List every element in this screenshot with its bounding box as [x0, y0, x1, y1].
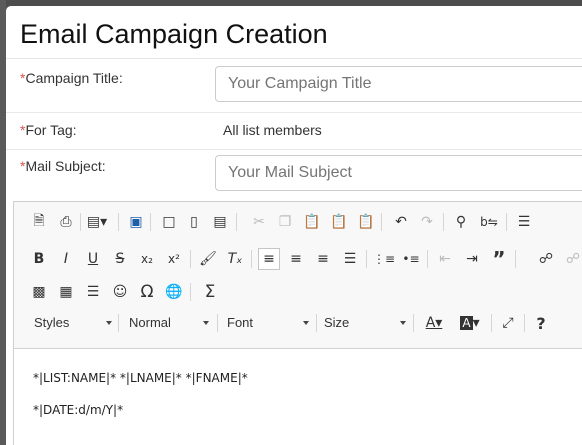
for-tag-value: All list members — [223, 122, 322, 138]
underline-icon[interactable]: U — [82, 248, 104, 270]
toolbar-separator — [316, 314, 317, 332]
iframe-icon[interactable]: 🌐 — [163, 281, 185, 303]
bulleted-list-icon[interactable]: •≡ — [400, 248, 422, 270]
align-center-icon[interactable]: ≡ — [285, 248, 307, 270]
modal-header: Email Campaign Creation — [6, 6, 582, 59]
preview-icon[interactable]: 🗎 — [28, 211, 50, 233]
mail-subject-input[interactable] — [215, 155, 582, 191]
toolbar-separator — [524, 314, 525, 332]
format-dropdown[interactable]: Normal — [129, 312, 209, 334]
toolbar-separator — [150, 213, 151, 231]
modal-title: Email Campaign Creation — [20, 19, 328, 49]
text-color-icon[interactable]: A▾ — [419, 312, 449, 334]
redo-icon[interactable]: ↷ — [416, 211, 438, 233]
blank-doc-icon[interactable]: ▯ — [183, 211, 205, 233]
print-icon[interactable]: ⎙ — [55, 211, 77, 233]
chevron-down-icon — [106, 321, 112, 325]
templates-icon[interactable]: ▤▾ — [86, 211, 108, 233]
strikethrough-icon[interactable]: S — [109, 248, 131, 270]
paste-icon[interactable]: 📋 — [301, 211, 323, 233]
toolbar-separator — [427, 250, 428, 268]
paste-word-icon[interactable]: 📋 — [355, 211, 377, 233]
align-right-icon[interactable]: ≡ — [312, 248, 334, 270]
numbered-list-icon[interactable]: ⋮≡ — [373, 248, 395, 270]
find-icon[interactable]: ⚲ — [450, 211, 472, 233]
horizontal-line-icon[interactable]: ☰ — [82, 281, 104, 303]
help-button[interactable]: ? — [530, 312, 552, 334]
size-dropdown[interactable]: Size — [324, 312, 406, 334]
toolbar-separator — [491, 314, 492, 332]
toolbar-separator — [506, 213, 507, 231]
toolbar-separator — [190, 283, 191, 301]
for-tag-label: *For Tag: — [20, 122, 77, 138]
new-page-icon[interactable]: □ — [158, 211, 180, 233]
for-tag-row: *For Tag: All list members — [6, 113, 582, 150]
replace-icon[interactable]: b⇋ — [478, 211, 500, 233]
indent-icon[interactable]: ⇥ — [461, 248, 483, 270]
special-char-icon[interactable]: Ω — [136, 281, 158, 303]
toolbar-separator — [515, 250, 516, 268]
campaign-modal: Email Campaign Creation *Campaign Title:… — [6, 6, 582, 445]
sum-icon[interactable]: Σ — [199, 281, 221, 303]
paste-from-word-icon[interactable]: ▤ — [209, 211, 231, 233]
table-icon[interactable]: ▦ — [55, 281, 77, 303]
campaign-title-row: *Campaign Title: — [6, 59, 582, 113]
toolbar-separator — [190, 250, 191, 268]
link-icon[interactable]: ☍ — [535, 248, 557, 270]
smiley-icon[interactable]: ☺ — [109, 281, 131, 303]
italic-icon[interactable]: I — [55, 248, 77, 270]
editor-content-area[interactable]: *|LIST:NAME|* *|LNAME|* *|FNAME|* *|DATE… — [14, 349, 582, 445]
toolbar-separator — [413, 314, 414, 332]
undo-icon[interactable]: ↶ — [390, 211, 412, 233]
chevron-down-icon — [400, 321, 406, 325]
save-icon[interactable]: ▣ — [125, 211, 147, 233]
align-left-icon[interactable]: ≡ — [258, 248, 280, 270]
date-tag-line: *|DATE:d/m/Y|* — [33, 403, 124, 417]
show-blocks-icon[interactable]: ☰ — [513, 211, 535, 233]
mail-subject-label: *Mail Subject: — [20, 158, 106, 174]
copy-icon[interactable]: ❐ — [274, 211, 296, 233]
maximize-icon[interactable]: ⤢ — [497, 312, 519, 334]
subscript-icon[interactable]: x₂ — [136, 248, 158, 270]
styles-dropdown[interactable]: Styles — [34, 312, 112, 334]
campaign-title-input[interactable] — [215, 66, 582, 102]
superscript-icon[interactable]: x² — [163, 248, 185, 270]
merge-tags-line: *|LIST:NAME|* *|LNAME|* *|FNAME|* — [33, 371, 248, 385]
toolbar-separator — [80, 213, 81, 231]
rich-text-editor: 🗎 ⎙ ▤▾ ▣ □ ▯ ▤ ✂ ❐ 📋 📋 📋 ↶ ↷ ⚲ b⇋ ☰ B I … — [13, 201, 582, 445]
toolbar-separator — [366, 250, 367, 268]
toolbar-separator — [443, 213, 444, 231]
paste-text-icon[interactable]: 📋 — [328, 211, 350, 233]
toolbar-separator — [118, 213, 119, 231]
mail-subject-row: *Mail Subject: — [6, 150, 582, 196]
background-color-icon[interactable]: A ▾ — [455, 312, 485, 334]
bold-icon[interactable]: B — [28, 248, 50, 270]
format-painter-icon[interactable]: 🖌 — [197, 248, 219, 270]
toolbar-separator — [251, 250, 252, 268]
toolbar-separator — [118, 314, 119, 332]
cut-icon[interactable]: ✂ — [248, 211, 270, 233]
unlink-icon[interactable]: ☍ — [562, 248, 582, 270]
outdent-icon[interactable]: ⇤ — [434, 248, 456, 270]
blockquote-icon[interactable]: ” — [488, 247, 510, 271]
remove-format-icon[interactable]: Tₓ — [224, 248, 246, 270]
toolbar-separator — [217, 314, 218, 332]
toolbar-separator — [381, 213, 382, 231]
chevron-down-icon — [303, 321, 309, 325]
justify-icon[interactable]: ☰ — [339, 248, 361, 270]
font-dropdown[interactable]: Font — [227, 312, 309, 334]
editor-toolbar: 🗎 ⎙ ▤▾ ▣ □ ▯ ▤ ✂ ❐ 📋 📋 📋 ↶ ↷ ⚲ b⇋ ☰ B I … — [14, 202, 582, 349]
campaign-title-label: *Campaign Title: — [20, 70, 123, 86]
toolbar-separator — [236, 213, 237, 231]
chevron-down-icon — [203, 321, 209, 325]
image-icon[interactable]: ▩ — [28, 281, 50, 303]
